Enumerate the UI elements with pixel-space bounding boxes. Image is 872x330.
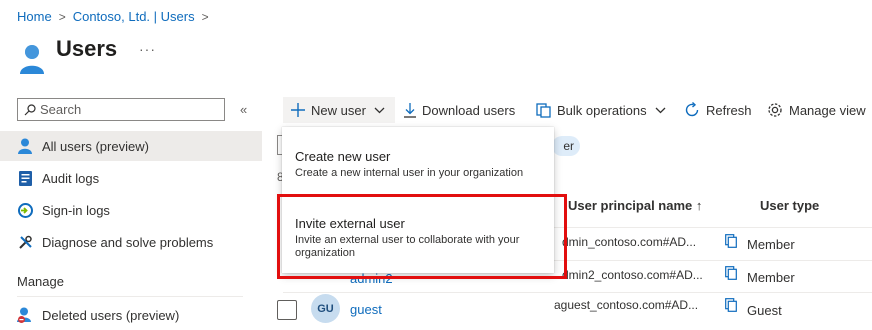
refresh-icon (685, 102, 699, 117)
user-type-cell: Member (747, 237, 795, 252)
new-user-label: New user (311, 102, 366, 118)
deleted-user-icon (17, 307, 33, 323)
filter-pill-label: er (563, 139, 574, 153)
search-input[interactable]: Search (17, 98, 225, 121)
bulk-operations-button[interactable]: Bulk operations (536, 98, 666, 122)
copy-icon[interactable] (725, 298, 737, 312)
bulk-operations-icon (536, 102, 551, 118)
wrench-icon (17, 234, 33, 250)
manage-view-button[interactable]: Manage view (767, 98, 866, 122)
sidebar-item-diagnose[interactable]: Diagnose and solve problems (0, 227, 262, 257)
sidebar-item-all-users[interactable]: All users (preview) (0, 131, 262, 161)
download-users-label: Download users (422, 102, 516, 118)
new-user-button[interactable]: New user (283, 97, 395, 123)
sign-in-log-icon (17, 202, 33, 218)
avatar: GU (311, 294, 340, 323)
menu-item-description: Create a new internal user in your organ… (295, 167, 524, 179)
sidebar-item-label: Sign-in logs (42, 202, 110, 218)
upn-cell: aguest_contoso.com#AD... (554, 298, 699, 312)
menu-item-create-new-user[interactable]: Create new user Create a new internal us… (295, 149, 550, 180)
bulk-operations-label: Bulk operations (557, 102, 647, 118)
chevron-down-icon (374, 107, 385, 113)
row-checkbox[interactable] (277, 300, 297, 320)
chevron-right-icon: > (201, 9, 209, 24)
upn-cell: dmin_contoso.com#AD... (562, 235, 697, 249)
user-type-cell: Guest (747, 303, 782, 318)
user-name-link[interactable]: guest (350, 302, 382, 317)
sidebar-item-label: Deleted users (preview) (42, 307, 180, 323)
column-header-user-type[interactable]: User type (760, 198, 819, 213)
copy-icon[interactable] (725, 234, 737, 248)
more-options-icon[interactable]: ··· (139, 41, 156, 57)
menu-item-title: Create new user (295, 149, 391, 164)
upn-cell: dmin2_contoso.com#AD... (562, 268, 703, 282)
search-placeholder: Search (40, 102, 82, 117)
sidebar-divider (17, 296, 243, 297)
gear-icon (768, 103, 782, 117)
manage-view-label: Manage view (789, 102, 866, 118)
download-users-button[interactable]: Download users (404, 98, 515, 122)
sidebar-item-label: Audit logs (42, 170, 100, 186)
breadcrumb: Home > Contoso, Ltd. | Users > (17, 9, 216, 24)
copy-icon[interactable] (725, 266, 737, 280)
row-divider (283, 292, 872, 293)
download-icon (404, 102, 416, 118)
breadcrumb-tenant-users[interactable]: Contoso, Ltd. | Users (73, 9, 195, 24)
sidebar-item-deleted-users[interactable]: Deleted users (preview) (0, 300, 262, 330)
page-title: Users (56, 36, 118, 61)
user-icon (17, 138, 33, 154)
sidebar-item-label: All users (preview) (42, 138, 149, 154)
sidebar-item-label: Diagnose and solve problems (42, 234, 214, 250)
highlight-box (277, 194, 567, 279)
user-type-cell: Member (747, 270, 795, 285)
sidebar-section-manage: Manage (17, 274, 64, 289)
sidebar-item-sign-in-logs[interactable]: Sign-in logs (0, 195, 262, 225)
sidebar-item-audit-logs[interactable]: Audit logs (0, 163, 262, 193)
plus-icon (291, 103, 305, 117)
filter-pill[interactable]: er (552, 136, 580, 156)
breadcrumb-home[interactable]: Home (17, 9, 52, 24)
chevron-down-icon (655, 107, 666, 113)
search-icon (24, 103, 36, 115)
refresh-button[interactable]: Refresh (684, 98, 752, 122)
users-icon (20, 45, 44, 74)
audit-log-icon (17, 170, 33, 186)
collapse-sidebar-icon[interactable]: « (240, 102, 247, 117)
column-header-upn[interactable]: User principal name ↑ (568, 198, 702, 213)
chevron-right-icon: > (58, 9, 66, 24)
refresh-label: Refresh (706, 102, 752, 118)
